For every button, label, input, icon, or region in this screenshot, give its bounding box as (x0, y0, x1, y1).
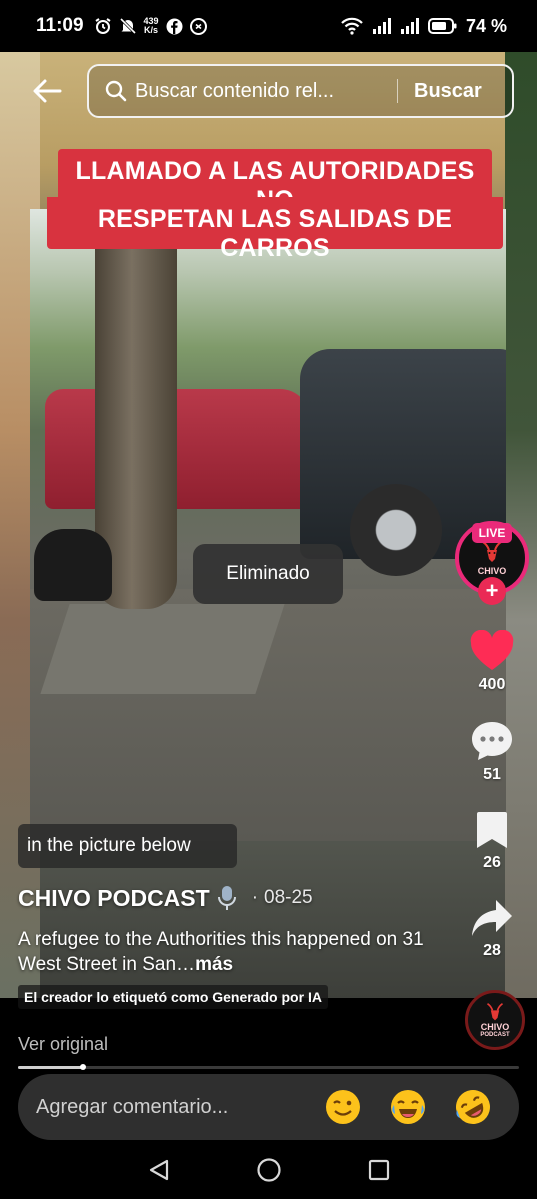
more-link[interactable]: más (195, 954, 233, 975)
signal-icon (400, 18, 419, 34)
bookmark-icon (477, 812, 507, 848)
video-headline-line-1: LLAMADO A LAS AUTORIDADES NO (58, 149, 492, 214)
net-speed-unit: K/s (144, 25, 159, 35)
video-headline-line-2: RESPETAN LAS SALIDAS DE CARROS (47, 197, 503, 262)
video-photo (30, 209, 506, 841)
nav-recents-icon[interactable] (367, 1158, 391, 1182)
wink-emoji-icon[interactable] (324, 1088, 362, 1126)
rolling-laughing-emoji-icon[interactable] (454, 1088, 492, 1126)
save-button[interactable]: 26 (466, 810, 518, 872)
tears-of-joy-emoji-icon[interactable] (389, 1088, 427, 1126)
video-progress-bar[interactable] (18, 1064, 519, 1070)
share-count: 28 (483, 942, 501, 959)
facebook-icon (166, 18, 183, 34)
scene-red-pickup (45, 389, 310, 509)
status-icons-left: 439 K/s (94, 17, 207, 35)
status-bar: 11:09 439 K/s 74 % (0, 0, 537, 52)
progress-knob[interactable] (80, 1064, 87, 1070)
share-arrow-icon (472, 900, 512, 936)
live-badge: LIVE (472, 523, 512, 543)
net-speed: 439 K/s (144, 17, 159, 35)
search-icon (105, 80, 127, 102)
disc-sub: PODCAST (480, 1032, 510, 1038)
post-date-separator: · (251, 887, 259, 908)
shazam-icon (189, 17, 207, 35)
ai-generated-label: El creador lo etiquetó como Generado por… (18, 985, 328, 1009)
signal-icon (372, 18, 391, 34)
comment-count: 51 (483, 766, 501, 783)
see-original-link[interactable]: Ver original (18, 1034, 108, 1055)
creator-avatar-group[interactable]: CHIVO LIVE + (455, 521, 529, 605)
status-icons-right: 74 % (340, 16, 507, 37)
scene-curb (40, 604, 285, 694)
scene-wheel (350, 484, 442, 576)
comment-bubble-icon (472, 722, 512, 760)
like-count: 400 (478, 676, 506, 693)
video-caption-label: in the picture below (18, 824, 237, 868)
status-time: 11:09 (36, 15, 84, 36)
save-count: 26 (483, 854, 501, 871)
goat-logo-icon (487, 1002, 503, 1021)
wifi-icon (341, 17, 363, 35)
alarm-icon (94, 18, 111, 34)
like-button[interactable]: 400 (466, 630, 518, 694)
heart-icon (470, 630, 514, 670)
battery-icon (427, 18, 457, 34)
share-button[interactable]: 28 (466, 898, 518, 960)
search-input[interactable]: Buscar contenido rel... (135, 80, 385, 103)
author-row: CHIVO PODCAST · 08-25 (18, 881, 313, 915)
progress-fill (18, 1066, 84, 1069)
arrow-left-icon (33, 79, 62, 103)
post-date: 08-25 (264, 887, 313, 908)
system-nav-bar (0, 1141, 537, 1199)
follow-button[interactable]: + (478, 577, 506, 605)
author-name[interactable]: CHIVO PODCAST (18, 885, 210, 912)
comment-input-bar[interactable]: Agregar comentario... (18, 1074, 519, 1140)
battery-percent: 74 % (465, 15, 507, 36)
microphone-icon (217, 886, 236, 910)
search-bar[interactable]: Buscar contenido rel... Buscar (87, 64, 514, 118)
nav-back-icon[interactable] (147, 1158, 171, 1182)
mute-icon (119, 17, 136, 35)
search-button[interactable]: Buscar (414, 80, 482, 103)
disc-name: CHIVO (480, 1022, 510, 1032)
scene-trash-bag (34, 529, 112, 601)
nav-home-icon[interactable] (256, 1157, 282, 1183)
toast-message: Eliminado (193, 544, 343, 604)
search-divider (397, 79, 398, 103)
comment-button[interactable]: 51 (466, 720, 518, 784)
goat-logo-icon (482, 541, 502, 562)
back-button[interactable] (28, 72, 66, 110)
music-disc[interactable]: CHIVO PODCAST (465, 990, 525, 1050)
post-description[interactable]: A refugee to the Authorities this happen… (18, 927, 428, 977)
comment-input[interactable]: Agregar comentario... (36, 1096, 324, 1119)
avatar-name: CHIVO (477, 566, 507, 576)
